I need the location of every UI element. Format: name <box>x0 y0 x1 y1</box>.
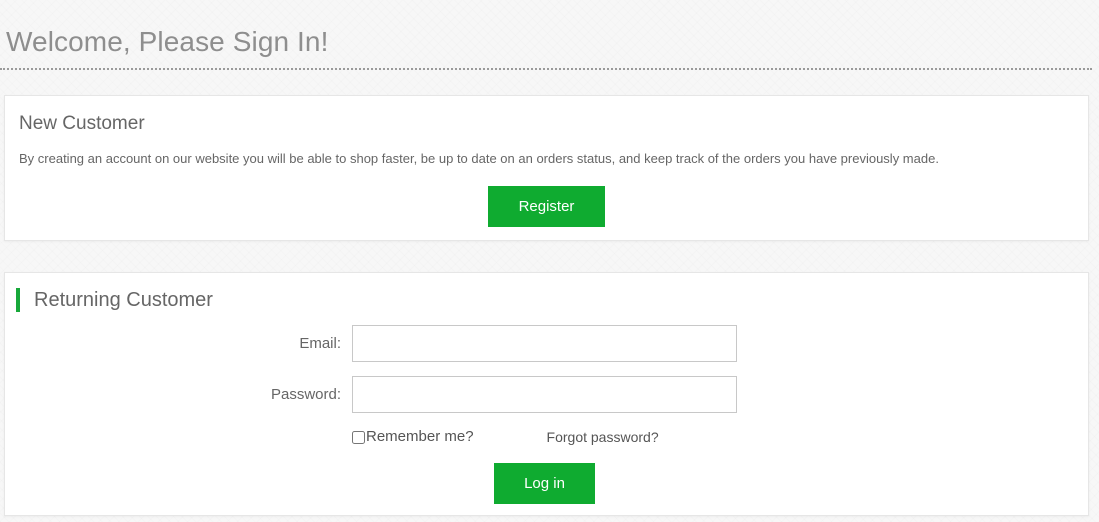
page-title: Welcome, Please Sign In! <box>6 26 329 57</box>
returning-customer-heading-row: Returning Customer <box>5 273 1088 313</box>
new-customer-panel: New Customer By creating an account on o… <box>4 95 1089 241</box>
remember-me-label[interactable]: Remember me? <box>365 427 474 447</box>
password-row: Password: <box>5 376 1088 413</box>
login-form: Email: Password: Remember me? Forgot pas… <box>5 313 1088 504</box>
email-input[interactable] <box>352 325 737 362</box>
page-title-container: Welcome, Please Sign In! <box>0 0 1092 70</box>
returning-customer-heading: Returning Customer <box>34 289 213 311</box>
register-button-row: Register <box>5 186 1088 227</box>
remember-me-checkbox[interactable] <box>352 430 365 444</box>
remember-me-wrapper: Remember me? <box>352 427 474 447</box>
password-input[interactable] <box>352 376 737 413</box>
register-button[interactable]: Register <box>488 186 605 227</box>
returning-customer-panel: Returning Customer Email: Password: Reme… <box>4 272 1089 516</box>
forgot-password-link[interactable]: Forgot password? <box>547 427 659 447</box>
new-customer-heading: New Customer <box>19 113 145 134</box>
email-label: Email: <box>299 334 341 352</box>
login-button[interactable]: Log in <box>494 463 595 504</box>
login-options-row: Remember me? Forgot password? <box>5 427 1088 447</box>
login-button-row: Log in <box>5 463 1088 504</box>
password-label: Password: <box>270 385 341 403</box>
new-customer-description: By creating an account on our website yo… <box>19 151 939 166</box>
sign-in-page: Welcome, Please Sign In! New Customer By… <box>0 0 1099 522</box>
login-button-align: Log in <box>352 463 737 504</box>
email-row: Email: <box>5 325 1088 362</box>
